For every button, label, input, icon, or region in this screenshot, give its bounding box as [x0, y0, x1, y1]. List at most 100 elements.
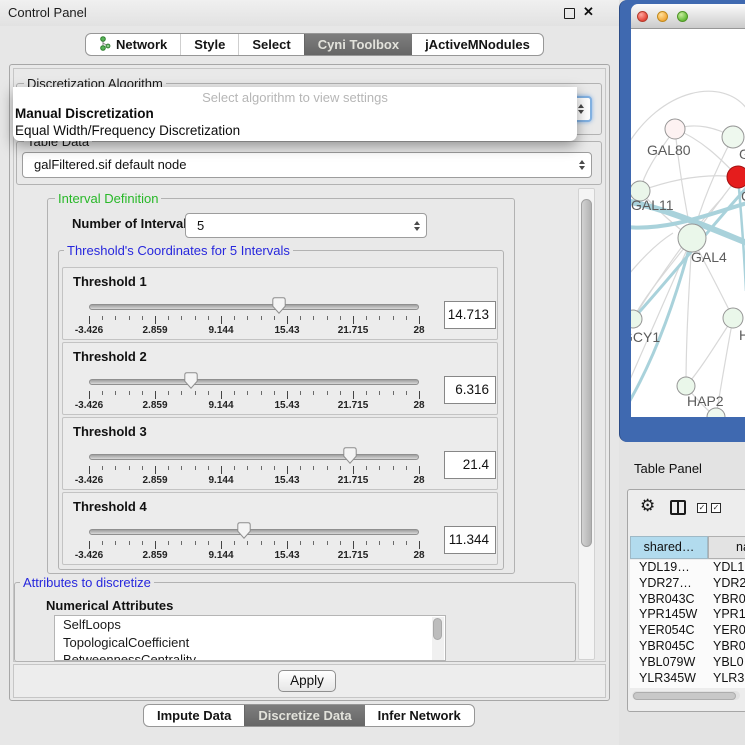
- table-panel-title: Table Panel: [634, 461, 702, 476]
- combo-arrows-icon[interactable]: [579, 160, 585, 170]
- node-gal80[interactable]: [665, 119, 685, 139]
- threshold-3-slider[interactable]: -3.426 2.859 9.144 15.43 21.715 28: [89, 418, 419, 491]
- node-label-gcy1: GCY1: [631, 329, 660, 345]
- threshold-2-slider[interactable]: -3.426 2.859 9.144 15.43 21.715 28: [89, 343, 419, 416]
- tick-label: 15.43: [274, 550, 299, 561]
- table-header-row: shared… na: [630, 536, 745, 559]
- table-row[interactable]: YDR27…YDR2: [630, 576, 745, 592]
- node-bottom-partial[interactable]: [707, 408, 725, 417]
- slider-tick-labels: -3.426 2.859 9.144 15.43 21.715 28: [89, 550, 419, 562]
- apply-button[interactable]: Apply: [278, 670, 336, 692]
- slider-track[interactable]: [89, 529, 419, 535]
- numerical-attributes-label: Numerical Attributes: [46, 598, 173, 613]
- tick-label: -3.426: [75, 475, 103, 486]
- panel-scrollbar-thumb[interactable]: [581, 199, 592, 547]
- table-hscrollbar-track[interactable]: [632, 691, 740, 700]
- slider-thumb[interactable]: [272, 297, 286, 314]
- tab-style[interactable]: Style: [180, 34, 238, 55]
- tick-label: 28: [413, 400, 424, 411]
- column-header-name[interactable]: na: [708, 536, 745, 559]
- cell: YBL0: [708, 655, 744, 671]
- list-item-selfloops[interactable]: SelfLoops: [55, 616, 445, 634]
- attributes-group-title: Attributes to discretize: [20, 575, 154, 590]
- table-data-value: galFiltered.sif default node: [34, 157, 186, 172]
- node-h[interactable]: [723, 308, 743, 328]
- slider-ticks: [89, 316, 419, 325]
- list-scrollbar-track[interactable]: [432, 617, 444, 661]
- float-window-icon[interactable]: [564, 8, 575, 19]
- table-row[interactable]: YBR043CYBR0: [630, 592, 745, 608]
- tick-label: 21.715: [338, 550, 369, 561]
- tab-network[interactable]: Network: [86, 34, 180, 55]
- tick-label: 9.144: [208, 550, 233, 561]
- control-panel-titlebar: Control Panel ✕: [0, 0, 619, 26]
- cell: YDL19…: [630, 560, 708, 576]
- checkbox-icon[interactable]: ✓: [697, 503, 707, 513]
- table-row[interactable]: YIL053CYIL0: [630, 686, 745, 688]
- table-row[interactable]: YER054CYER0: [630, 623, 745, 639]
- tab-cyni-toolbox[interactable]: Cyni Toolbox: [304, 34, 412, 55]
- list-item-betweennesscentrality[interactable]: BetweennessCentrality: [55, 651, 445, 661]
- panel-scrollbar-track[interactable]: [578, 188, 595, 660]
- numerical-attributes-list: SelfLoops TopologicalCoefficient Between…: [54, 615, 446, 661]
- threshold-4-value-field[interactable]: 11.344: [444, 526, 496, 554]
- dropdown-option-manual-discretization[interactable]: Manual Discretization: [13, 106, 577, 123]
- num-intervals-spinner[interactable]: 5: [185, 213, 427, 238]
- table-row[interactable]: YBR045CYBR0: [630, 639, 745, 655]
- slider-thumb[interactable]: [237, 522, 251, 539]
- table-data-combobox[interactable]: galFiltered.sif default node: [22, 152, 592, 178]
- tab-impute-data[interactable]: Impute Data: [144, 705, 244, 726]
- threshold-4-slider[interactable]: -3.426 2.859 9.144 15.43 21.715 28: [89, 493, 419, 566]
- dropdown-option-equal-width[interactable]: Equal Width/Frequency Discretization: [13, 123, 577, 140]
- slider-thumb[interactable]: [343, 447, 357, 464]
- network-icon: [99, 36, 111, 54]
- checkbox-icon[interactable]: ✓: [711, 503, 721, 513]
- tab-discretize-data[interactable]: Discretize Data: [244, 705, 364, 726]
- slider-tick-labels: -3.426 2.859 9.144 15.43 21.715 28: [89, 400, 419, 412]
- threshold-2-value-field[interactable]: 6.316: [444, 376, 496, 404]
- tab-label: Select: [252, 37, 290, 52]
- combo-arrows-icon[interactable]: [578, 104, 584, 114]
- table-row[interactable]: YBL079WYBL0: [630, 655, 745, 671]
- top-tab-bar: Network Style Select Cyni Toolbox jActiv…: [85, 33, 544, 56]
- node-top-right[interactable]: [722, 126, 744, 148]
- slider-track[interactable]: [89, 454, 419, 460]
- tick-label: 2.859: [142, 475, 167, 486]
- close-icon[interactable]: ✕: [583, 4, 594, 20]
- threshold-1-value-field[interactable]: 14.713: [444, 301, 496, 329]
- table-row[interactable]: YDL19…YDL1: [630, 560, 745, 576]
- table-row[interactable]: YLR345WYLR3: [630, 671, 745, 687]
- close-traffic-light-icon[interactable]: [637, 11, 648, 22]
- minimize-traffic-light-icon[interactable]: [657, 11, 668, 22]
- column-header-shared-name[interactable]: shared…: [630, 536, 708, 559]
- tick-label: -3.426: [75, 325, 103, 336]
- cell: YIL0: [708, 686, 739, 688]
- tick-label: -3.426: [75, 550, 103, 561]
- network-window-titlebar: [631, 4, 745, 29]
- num-intervals-value: 5: [197, 218, 204, 233]
- slider-track[interactable]: [89, 379, 419, 385]
- list-item-topologicalcoefficient[interactable]: TopologicalCoefficient: [55, 634, 445, 652]
- tick-label: 9.144: [208, 475, 233, 486]
- threshold-1-slider[interactable]: -3.426 2.859 9.144 15.43 21.715 28: [89, 268, 419, 341]
- tab-infer-network[interactable]: Infer Network: [365, 705, 474, 726]
- list-scrollbar-thumb[interactable]: [433, 618, 442, 640]
- slider-thumb[interactable]: [184, 372, 198, 389]
- spinner-arrows-icon[interactable]: [414, 221, 420, 231]
- threshold-3-value-field[interactable]: 21.4: [444, 451, 496, 479]
- slider-track[interactable]: [89, 304, 419, 310]
- slider-ticks: [89, 541, 419, 550]
- table-hscrollbar-thumb[interactable]: [633, 692, 736, 700]
- network-canvas[interactable]: GAL80 GA C GAL11 GAL4 GCY1 H HAP2: [631, 29, 745, 417]
- node-gal4[interactable]: [678, 224, 706, 252]
- threshold-1-panel: Threshold 1 -3.426 2.859 9.144 15.43 21.…: [62, 267, 498, 340]
- cell: YDR2: [708, 576, 745, 592]
- zoom-traffic-light-icon[interactable]: [677, 11, 688, 22]
- split-panel-icon[interactable]: [670, 500, 686, 515]
- node-label-gal4: GAL4: [691, 249, 727, 265]
- tab-select[interactable]: Select: [238, 34, 303, 55]
- tab-jactivemnodules[interactable]: jActiveMNodules: [412, 34, 543, 55]
- table-row[interactable]: YPR145WYPR1: [630, 607, 745, 623]
- gear-icon[interactable]: ⚙: [640, 496, 655, 516]
- node-highlighted-red[interactable]: [727, 166, 745, 188]
